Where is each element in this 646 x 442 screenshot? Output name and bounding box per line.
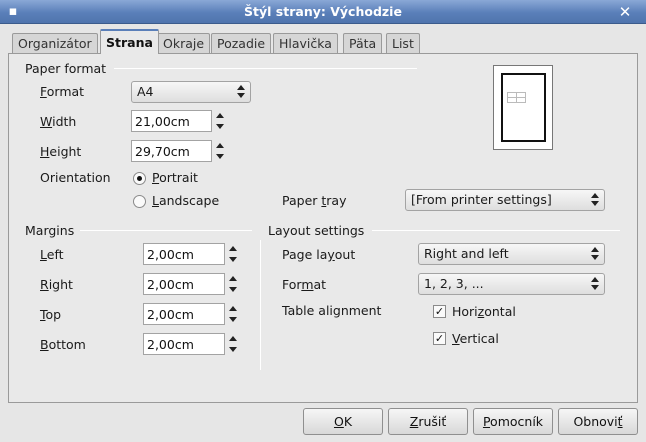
page-layout-select[interactable]: Right and left xyxy=(418,243,605,265)
paper-tray-label: Paper tray xyxy=(282,193,347,208)
format-select-value: A4 xyxy=(137,84,154,99)
spin-down-icon[interactable] xyxy=(214,121,226,132)
tab-organizer[interactable]: Organizátor xyxy=(12,33,98,53)
tab-background[interactable]: Pozadie xyxy=(211,33,272,53)
landscape-label: Landscape xyxy=(152,193,220,208)
margin-right-spin[interactable] xyxy=(143,273,239,295)
tab-page[interactable]: Strana xyxy=(100,29,159,54)
margins-heading: Margins xyxy=(25,223,75,238)
tab-borders[interactable]: Okraje xyxy=(157,33,211,53)
paper-format-divider xyxy=(114,68,417,69)
updown-arrow-icon xyxy=(590,246,600,262)
horizontal-checkbox[interactable]: ✓ xyxy=(433,305,446,318)
table-alignment-label: Table alignment xyxy=(282,303,382,318)
numbering-format-value: 1, 2, 3, ... xyxy=(424,276,484,291)
spin-down-icon[interactable] xyxy=(227,254,239,265)
margin-top-field[interactable] xyxy=(143,303,225,325)
spin-up-icon[interactable] xyxy=(227,243,239,254)
spin-down-icon[interactable] xyxy=(227,314,239,325)
margin-right-field[interactable] xyxy=(143,273,225,295)
horizontal-label: Horizontal xyxy=(452,304,516,319)
spin-up-icon[interactable] xyxy=(214,110,226,121)
width-label: Width xyxy=(40,114,77,129)
paper-tray-select[interactable]: [From printer settings] xyxy=(405,189,605,211)
updown-arrow-icon xyxy=(590,276,600,292)
page-layout-value: Right and left xyxy=(424,246,509,261)
title-bar: ▪ Štýl strany: Východzie ✕ xyxy=(0,0,646,24)
margin-left-spin[interactable] xyxy=(143,243,239,265)
section-separator xyxy=(260,240,261,370)
cancel-button[interactable]: Zrušiť xyxy=(388,408,468,435)
landscape-radio[interactable] xyxy=(133,195,146,208)
paper-tray-value: [From printer settings] xyxy=(411,192,552,207)
margin-left-label: Left xyxy=(40,247,64,262)
format-select[interactable]: A4 xyxy=(131,81,251,103)
spin-down-icon[interactable] xyxy=(227,284,239,295)
height-label: Height xyxy=(40,144,82,159)
format-label: Format xyxy=(40,84,85,99)
tab-sheet[interactable]: List xyxy=(386,33,420,53)
height-spin[interactable] xyxy=(131,140,226,162)
spin-up-icon[interactable] xyxy=(227,303,239,314)
margin-bottom-field[interactable] xyxy=(143,333,225,355)
orientation-label: Orientation xyxy=(40,170,111,185)
page-layout-label: Page layout xyxy=(282,247,356,262)
help-button[interactable]: Pomocník xyxy=(473,408,553,435)
layout-settings-divider xyxy=(372,230,620,231)
spin-down-icon[interactable] xyxy=(227,344,239,355)
portrait-label: Portrait xyxy=(152,170,198,185)
margin-top-spin[interactable] xyxy=(143,303,239,325)
spin-down-icon[interactable] xyxy=(214,151,226,162)
height-field[interactable] xyxy=(131,140,212,162)
tab-footer[interactable]: Päta xyxy=(343,33,383,53)
window-title: Štýl strany: Východzie xyxy=(244,4,402,19)
width-spin[interactable] xyxy=(131,110,226,132)
spin-up-icon[interactable] xyxy=(227,333,239,344)
reset-button[interactable]: Obnoviť xyxy=(558,408,638,435)
margin-top-label: Top xyxy=(40,307,62,322)
margin-left-field[interactable] xyxy=(143,243,225,265)
vertical-checkbox[interactable]: ✓ xyxy=(433,332,446,345)
paper-format-heading: Paper format xyxy=(25,61,107,76)
margin-bottom-label: Bottom xyxy=(40,337,86,352)
updown-arrow-icon xyxy=(236,84,246,100)
preview-table-icon xyxy=(507,92,526,103)
portrait-radio[interactable] xyxy=(133,172,146,185)
spin-up-icon[interactable] xyxy=(227,273,239,284)
numbering-format-label: Format xyxy=(282,277,327,292)
page-preview xyxy=(493,65,553,150)
close-icon[interactable]: ✕ xyxy=(614,2,636,22)
updown-arrow-icon xyxy=(590,192,600,208)
vertical-label: Vertical xyxy=(452,331,499,346)
preview-page xyxy=(501,73,546,142)
spin-up-icon[interactable] xyxy=(214,140,226,151)
width-field[interactable] xyxy=(131,110,212,132)
numbering-format-select[interactable]: 1, 2, 3, ... xyxy=(418,273,605,295)
margins-divider xyxy=(80,230,252,231)
tab-header[interactable]: Hlavička xyxy=(273,33,338,53)
margin-bottom-spin[interactable] xyxy=(143,333,239,355)
margin-right-label: Right xyxy=(40,277,73,292)
layout-settings-heading: Layout settings xyxy=(268,223,365,238)
ok-button[interactable]: OK xyxy=(303,408,383,435)
